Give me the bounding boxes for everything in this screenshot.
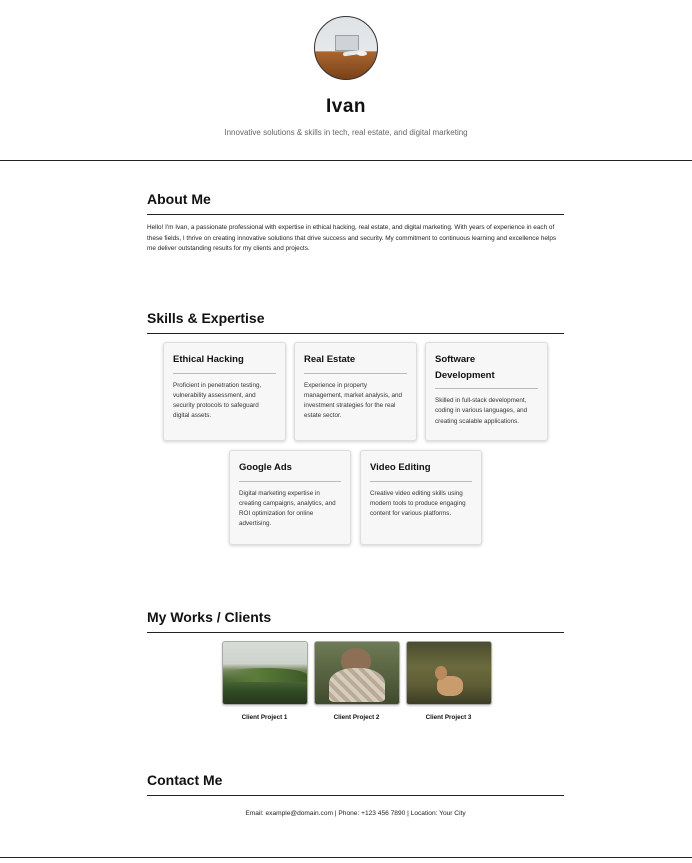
deer-in-forest-image[interactable]: [406, 641, 492, 705]
person-in-blanket-image[interactable]: [314, 641, 400, 705]
works-section: My Works / Clients: [147, 609, 564, 633]
about-text: Hello! I'm Ivan, a passionate profession…: [147, 224, 557, 252]
work-item[interactable]: Client Project 1: [222, 641, 308, 721]
skill-desc: Creative video editing skills using mode…: [370, 489, 466, 518]
header-divider: [0, 160, 692, 161]
skill-name: Video Editing: [370, 460, 472, 482]
contact-section: Contact Me Email: example@domain.com | P…: [147, 772, 564, 817]
skill-card: Video Editing Creative video editing ski…: [360, 450, 482, 545]
skill-name: Google Ads: [239, 460, 341, 482]
work-item[interactable]: Client Project 2: [314, 641, 400, 721]
about-title: About Me: [147, 191, 564, 215]
skill-name: Real Estate: [304, 352, 407, 374]
skill-desc: Skilled in full-stack development, codin…: [435, 397, 528, 425]
contact-info: Email: example@domain.com | Phone: +123 …: [245, 810, 466, 817]
skill-desc: Digital marketing expertise in creating …: [239, 489, 336, 528]
works-title: My Works / Clients: [147, 609, 564, 633]
work-caption: Client Project 1: [241, 714, 288, 721]
work-caption: Client Project 2: [333, 714, 380, 721]
work-caption: Client Project 3: [425, 714, 472, 721]
skill-card: Real Estate Experience in property manag…: [294, 342, 417, 441]
skill-desc: Proficient in penetration testing, vulne…: [173, 381, 262, 420]
profile-avatar: [314, 16, 378, 80]
contact-title: Contact Me: [147, 772, 564, 796]
work-item[interactable]: Client Project 3: [406, 641, 492, 721]
skills-title: Skills & Expertise: [147, 310, 564, 334]
skill-card: Ethical Hacking Proficient in penetratio…: [163, 342, 286, 441]
profile-tagline: Innovative solutions & skills in tech, r…: [224, 128, 468, 137]
profile-name: Ivan: [325, 96, 367, 117]
mountain-landscape-image[interactable]: [222, 641, 308, 705]
about-section: About Me Hello! I'm Ivan, a passionate p…: [147, 191, 564, 255]
footer-divider: [0, 857, 692, 858]
skills-section: Skills & Expertise: [147, 310, 564, 334]
skill-name: Ethical Hacking: [173, 352, 276, 374]
skill-card: Software Development Skilled in full-sta…: [425, 342, 548, 441]
skill-name: Software Development: [435, 352, 538, 389]
skill-card: Google Ads Digital marketing expertise i…: [229, 450, 351, 545]
page-header: Ivan Innovative solutions & skills in te…: [0, 0, 692, 137]
skill-desc: Experience in property management, marke…: [304, 381, 403, 420]
